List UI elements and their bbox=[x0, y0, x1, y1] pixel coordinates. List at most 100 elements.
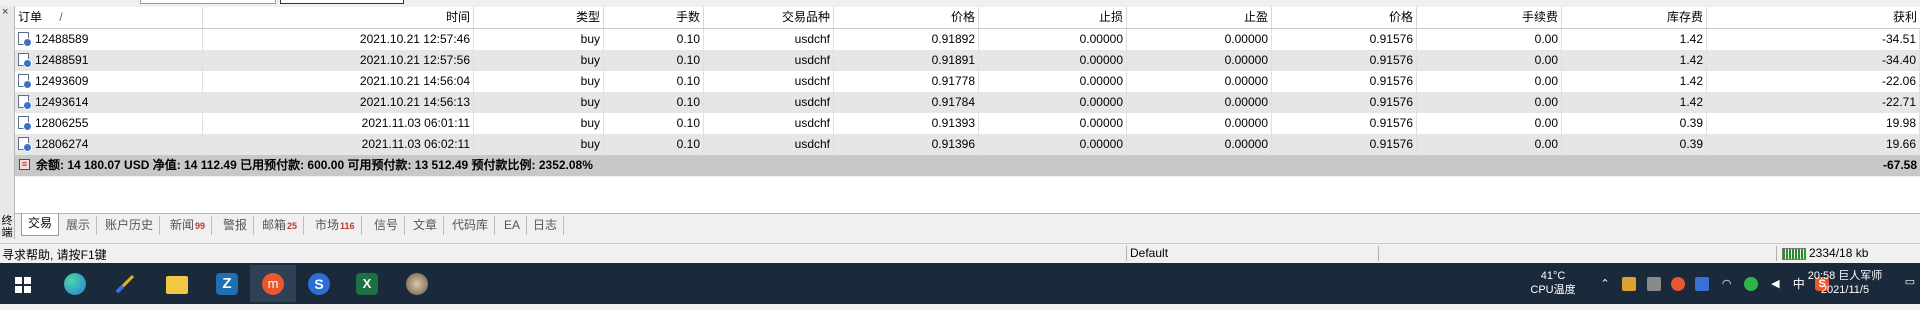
tab-2[interactable]: 账户历史 bbox=[99, 216, 161, 235]
tab-9[interactable]: 代码库 bbox=[446, 216, 496, 235]
cell-symbol: usdchf bbox=[704, 50, 834, 71]
cell-profit: -22.71 bbox=[1707, 92, 1920, 113]
wifi-icon[interactable]: ◠ bbox=[1720, 277, 1734, 291]
cell-profit: -34.40 bbox=[1707, 50, 1920, 71]
cell-swap: 1.42 bbox=[1562, 50, 1707, 71]
cell-price: 0.91393 bbox=[834, 113, 979, 134]
cell-swap: 1.42 bbox=[1562, 71, 1707, 92]
cell-order: 12806274 bbox=[15, 134, 203, 155]
tab-7[interactable]: 信号 bbox=[368, 216, 406, 235]
header-symbol[interactable]: 交易品种 bbox=[704, 7, 834, 28]
cell-current: 0.91576 bbox=[1272, 134, 1417, 155]
avatar-app-taskbar-button[interactable] bbox=[394, 265, 440, 302]
header-type[interactable]: 类型 bbox=[474, 7, 604, 28]
tray-sogou-icon[interactable] bbox=[1671, 276, 1686, 291]
status-profile: Default bbox=[1130, 246, 1169, 260]
header-price[interactable]: 价格 bbox=[834, 7, 979, 28]
wechat-icon[interactable] bbox=[1744, 276, 1759, 291]
tab-11[interactable]: 日志 bbox=[527, 216, 565, 235]
cell-price: 0.91891 bbox=[834, 50, 979, 71]
cell-sl: 0.00000 bbox=[979, 92, 1127, 113]
tab-10[interactable]: EA bbox=[498, 216, 528, 235]
weather-label: CPU温度 bbox=[1530, 284, 1576, 296]
cell-type: buy bbox=[474, 134, 604, 155]
toolbar-input-2[interactable] bbox=[280, 0, 404, 4]
table-row[interactable]: 12493614 2021.10.21 14:56:13 buy 0.10 usdchf… bbox=[15, 92, 1920, 113]
terminal-side-strip: × 终端 bbox=[0, 6, 15, 239]
header-commission[interactable]: 手续费 bbox=[1417, 7, 1562, 28]
cell-swap: 1.42 bbox=[1562, 92, 1707, 113]
close-icon[interactable]: × bbox=[2, 7, 8, 18]
cell-volume: 0.10 bbox=[604, 29, 704, 50]
orange-app-taskbar-button[interactable]: m bbox=[250, 265, 296, 302]
header-tp[interactable]: 止盈 bbox=[1127, 7, 1272, 28]
cell-sl: 0.00000 bbox=[979, 50, 1127, 71]
cell-commission: 0.00 bbox=[1417, 71, 1562, 92]
excel-icon: X bbox=[356, 273, 378, 295]
tab-0[interactable]: 交易 bbox=[21, 214, 60, 236]
connection-bars-icon bbox=[1782, 247, 1806, 260]
cell-symbol: usdchf bbox=[704, 71, 834, 92]
trading-app-icon bbox=[114, 273, 136, 295]
header-current-price[interactable]: 价格 bbox=[1272, 7, 1417, 28]
table-row[interactable]: 12806274 2021.11.03 06:02:11 buy 0.10 usdchf… bbox=[15, 134, 1920, 155]
tab-5[interactable]: 邮箱25 bbox=[256, 216, 305, 235]
header-volume[interactable]: 手数 bbox=[604, 7, 704, 28]
header-profit[interactable]: 获利 bbox=[1707, 7, 1920, 28]
tab-badge: 99 bbox=[195, 221, 206, 231]
tab-6[interactable]: 市场116 bbox=[309, 216, 362, 235]
cell-price: 0.91396 bbox=[834, 134, 979, 155]
zotero-taskbar-button[interactable]: Z bbox=[204, 265, 250, 302]
cell-type: buy bbox=[474, 29, 604, 50]
tab-1[interactable]: 展示 bbox=[60, 216, 98, 235]
notification-icon[interactable]: ▭ bbox=[1900, 275, 1920, 291]
table-row[interactable]: 12488591 2021.10.21 12:57:56 buy 0.10 usdchf… bbox=[15, 50, 1920, 71]
cell-type: buy bbox=[474, 113, 604, 134]
speaker-icon[interactable]: ◀ bbox=[1768, 277, 1782, 291]
excel-taskbar-button[interactable]: X bbox=[344, 265, 390, 302]
cell-order: 12488591 bbox=[15, 50, 203, 71]
file-explorer-taskbar-button[interactable] bbox=[154, 265, 200, 302]
cell-time: 2021.11.03 06:02:11 bbox=[203, 134, 474, 155]
cell-swap: 0.39 bbox=[1562, 134, 1707, 155]
trading-app-taskbar-button[interactable] bbox=[102, 265, 148, 302]
tab-4[interactable]: 警报 bbox=[217, 216, 255, 235]
weather-temp: 41°C bbox=[1540, 270, 1566, 282]
cell-sl: 0.00000 bbox=[979, 71, 1127, 92]
cell-current: 0.91576 bbox=[1272, 71, 1417, 92]
cell-order: 12493614 bbox=[15, 92, 203, 113]
table-row[interactable]: 12493609 2021.10.21 14:56:04 buy 0.10 usdchf… bbox=[15, 71, 1920, 92]
tray-app-icon[interactable] bbox=[1622, 276, 1637, 291]
tray-app-icon[interactable] bbox=[1646, 276, 1661, 291]
header-order[interactable]: 订单 / bbox=[15, 7, 203, 28]
cell-symbol: usdchf bbox=[704, 29, 834, 50]
status-separator bbox=[1378, 246, 1379, 261]
clock[interactable]: 20:58 巨人军师 2021/11/5 bbox=[1790, 263, 1900, 310]
toolbar-input-1[interactable] bbox=[140, 0, 276, 4]
weather-widget[interactable]: 41°C CPU温度 bbox=[1522, 263, 1584, 310]
header-swap[interactable]: 库存费 bbox=[1562, 7, 1707, 28]
start-button[interactable] bbox=[0, 265, 46, 302]
terminal-tabs: 交易 展示 账户历史 新闻99 警报 邮箱25 市场116 信号 文章 代码库 EA 日志 bbox=[15, 213, 1920, 238]
tray-app-icon[interactable] bbox=[1695, 276, 1710, 291]
cell-current: 0.91576 bbox=[1272, 29, 1417, 50]
summary-profit: -67.58 bbox=[1882, 158, 1917, 172]
cell-symbol: usdchf bbox=[704, 92, 834, 113]
table-row[interactable]: 12488589 2021.10.21 12:57:46 buy 0.10 usdchf… bbox=[15, 29, 1920, 50]
tab-8[interactable]: 文章 bbox=[407, 216, 445, 235]
header-time[interactable]: 时间 bbox=[203, 7, 474, 28]
top-toolbar-strip bbox=[0, 0, 1920, 5]
edge-taskbar-button[interactable] bbox=[52, 265, 98, 302]
table-row[interactable]: 12806255 2021.11.03 06:01:11 buy 0.10 usdchf… bbox=[15, 113, 1920, 134]
tab-3[interactable]: 新闻99 bbox=[164, 216, 213, 235]
trade-table: 订单 / 时间 类型 手数 交易品种 价格 止损 止盈 价格 手续费 库存费 获… bbox=[15, 7, 1920, 176]
cell-price: 0.91892 bbox=[834, 29, 979, 50]
header-sl[interactable]: 止损 bbox=[979, 7, 1127, 28]
app-orange-icon: m bbox=[262, 273, 284, 295]
cell-volume: 0.10 bbox=[604, 134, 704, 155]
cell-time: 2021.10.21 12:57:46 bbox=[203, 29, 474, 50]
account-summary-row[interactable]: ≡ 余额: 14 180.07 USD 净值: 14 112.49 已用预付款:… bbox=[15, 155, 1920, 176]
sogou-taskbar-button[interactable]: S bbox=[296, 265, 342, 302]
cell-commission: 0.00 bbox=[1417, 92, 1562, 113]
chevron-up-icon[interactable]: ⌃ bbox=[1598, 277, 1612, 291]
